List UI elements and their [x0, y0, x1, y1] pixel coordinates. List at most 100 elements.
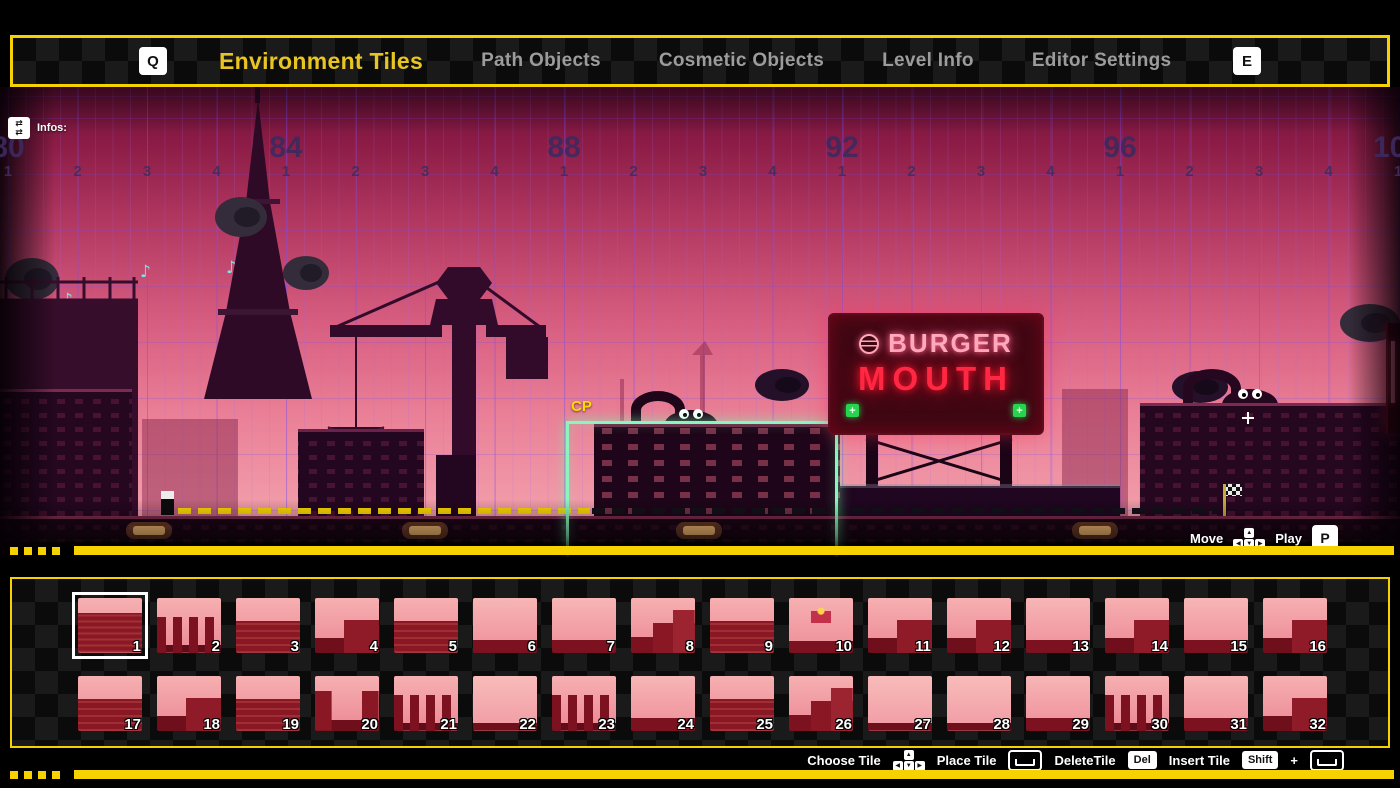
tile-5[interactable]: 5	[394, 598, 458, 655]
tile-number: 15	[1230, 638, 1247, 655]
tile-23[interactable]: 23	[552, 676, 616, 733]
tile-number: 31	[1230, 716, 1247, 733]
tile-3[interactable]: 3	[236, 598, 300, 655]
tile-27[interactable]: 27	[868, 676, 932, 733]
tile-17[interactable]: 17	[78, 676, 142, 733]
tile-16[interactable]: 16	[1263, 598, 1327, 655]
insert-tile-label: Insert Tile	[1168, 752, 1230, 768]
sign-text-line2: MOUTH	[858, 360, 1014, 397]
palette-scrollbar-track[interactable]	[74, 770, 1394, 779]
burger-mouth-sign: BURGER MOUTH + +	[828, 313, 1044, 435]
tile-number: 17	[124, 716, 141, 733]
viewport-scrollbar-track[interactable]	[74, 546, 1394, 555]
tile-29[interactable]: 29	[1026, 676, 1090, 733]
tile-number: 28	[993, 716, 1010, 733]
tile-number: 30	[1151, 716, 1168, 733]
tile-32[interactable]: 32	[1263, 676, 1327, 733]
tile-number: 24	[677, 716, 694, 733]
tile-number: 1	[132, 638, 141, 655]
tile-number: 25	[756, 716, 773, 733]
tile-28[interactable]: 28	[947, 676, 1011, 733]
tile-8[interactable]: 8	[631, 598, 695, 655]
infos-label: Infos:	[37, 122, 67, 134]
player-character	[161, 491, 174, 515]
tile-number: 10	[835, 638, 852, 655]
tab-cosmetic-objects[interactable]: Cosmetic Objects	[659, 50, 824, 72]
svg-text:♪: ♪	[140, 262, 151, 282]
tile-2[interactable]: 2	[157, 598, 221, 655]
tile-number: 19	[282, 716, 299, 733]
tile-13[interactable]: 13	[1026, 598, 1090, 655]
viewport-scrollbar[interactable]	[10, 546, 1394, 555]
tile-number: 9	[764, 638, 773, 655]
tile-number: 21	[440, 716, 457, 733]
tile-number: 7	[606, 638, 615, 655]
tile-number: 4	[369, 638, 378, 655]
tab-editor-settings[interactable]: Editor Settings	[1032, 50, 1172, 72]
choose-tile-label: Choose Tile	[807, 752, 881, 768]
checkpoint-zone[interactable]: CP	[566, 398, 838, 557]
action-hint-bar: Choose Tile ▲ ◀ ▼ ▶ Place Tile DeleteTil…	[0, 749, 1344, 771]
swap-arrows-icon[interactable]: ⇄ ⇄	[8, 117, 30, 139]
edge-neon-sign	[1386, 323, 1400, 433]
tile-31[interactable]: 31	[1184, 676, 1248, 733]
tile-row-1: 1 2 3 4 5 6 7 8 9 10 11 12 13 14 15 16	[72, 592, 1327, 659]
play-label: Play	[1275, 530, 1302, 546]
key-q[interactable]: Q	[139, 47, 167, 75]
tile-24[interactable]: 24	[631, 676, 695, 733]
editor-tabs: Environment Tiles Path Objects Cosmetic Ob…	[219, 48, 1233, 75]
infos-panel: ⇄ ⇄ Infos:	[8, 117, 67, 139]
tile-26[interactable]: 26	[789, 676, 853, 733]
tile-number: 18	[203, 716, 220, 733]
tile-number: 5	[448, 638, 457, 655]
tile-number: 13	[1072, 638, 1089, 655]
move-label: Move	[1190, 530, 1224, 546]
level-viewport[interactable]: ♪♪ ♪♪	[0, 87, 1400, 557]
tab-level-info[interactable]: Level Info	[882, 50, 974, 72]
arrow-keys-icon: ▲ ◀ ▼ ▶	[892, 749, 925, 771]
place-tile-label: Place Tile	[936, 752, 997, 768]
tile-number: 23	[598, 716, 615, 733]
key-shift[interactable]: Shift	[1241, 751, 1279, 769]
spacebar-key-icon	[1008, 749, 1043, 771]
key-del[interactable]: Del	[1127, 751, 1157, 769]
tile-9[interactable]: 9	[710, 598, 774, 655]
tile-14[interactable]: 14	[1105, 598, 1169, 655]
tile-number: 3	[290, 638, 299, 655]
key-e[interactable]: E	[1233, 47, 1261, 75]
tile-15[interactable]: 15	[1184, 598, 1248, 655]
tile-30[interactable]: 30	[1105, 676, 1169, 733]
plus-icon: +	[846, 404, 859, 417]
tile-number: 20	[361, 716, 378, 733]
level-editor-screen: Q Environment Tiles Path Objects Cosmetic …	[0, 0, 1400, 788]
spacebar-key-icon	[1310, 749, 1344, 771]
tile-6[interactable]: 6	[473, 598, 537, 655]
tile-4[interactable]: 4	[315, 598, 379, 655]
palette-scrollbar[interactable]	[10, 770, 1394, 779]
tile-number: 12	[993, 638, 1010, 655]
tile-22[interactable]: 22	[473, 676, 537, 733]
tile-25[interactable]: 25	[710, 676, 774, 733]
tile-18[interactable]: 18	[157, 676, 221, 733]
editor-topbar: Q Environment Tiles Path Objects Cosmetic …	[10, 35, 1390, 87]
checkpoint-label: CP	[571, 398, 592, 415]
sign-text-line1: BURGER	[888, 328, 1013, 358]
plus-icon: +	[1013, 404, 1026, 417]
tile-row-2: 17 18 19 20 21 22 23 24 25 26 27 28 29 30 31 32	[78, 676, 1327, 733]
tile-21[interactable]: 21	[394, 676, 458, 733]
tile-number: 6	[527, 638, 536, 655]
tile-number: 16	[1309, 638, 1326, 655]
tile-number: 2	[211, 638, 220, 655]
tab-path-objects[interactable]: Path Objects	[481, 50, 601, 72]
tab-environment-tiles[interactable]: Environment Tiles	[219, 48, 423, 75]
tile-1[interactable]: 1	[72, 592, 148, 659]
tile-number: 14	[1151, 638, 1168, 655]
tile-palette: 1 2 3 4 5 6 7 8 9 10 11 12 13 14 15 16 17 18 19 20 21 22 23 24…	[10, 577, 1390, 748]
plus-separator: +	[1290, 752, 1298, 768]
tile-10[interactable]: 10	[789, 598, 853, 655]
tile-19[interactable]: 19	[236, 676, 300, 733]
tile-11[interactable]: 11	[868, 598, 932, 655]
tile-20[interactable]: 20	[315, 676, 379, 733]
tile-12[interactable]: 12	[947, 598, 1011, 655]
tile-7[interactable]: 7	[552, 598, 616, 655]
